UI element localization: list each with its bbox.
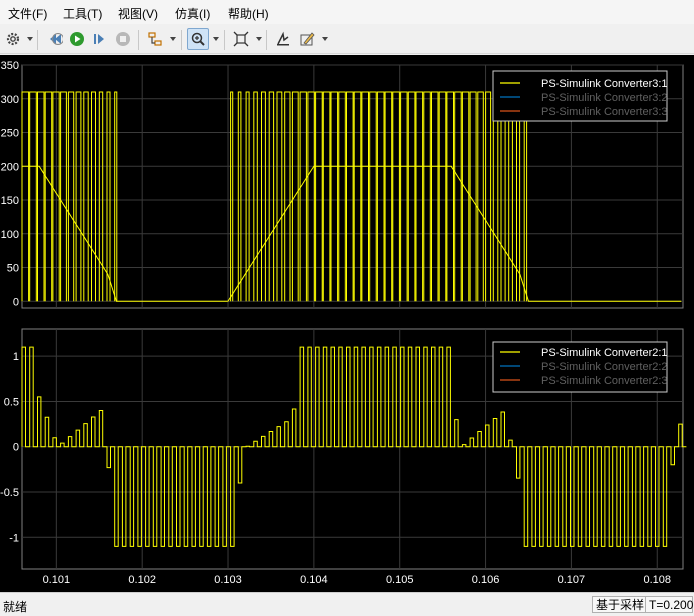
menu-simulation[interactable]: 仿真(I) <box>175 5 210 22</box>
y-tick-label: 1 <box>13 351 19 363</box>
y-tick-label: -0.5 <box>0 487 19 499</box>
run-icon[interactable] <box>66 28 88 50</box>
simulation-time: T=0.200 <box>645 596 693 613</box>
menu-bar: 文件(F) 工具(T) 视图(V) 仿真(I) 帮助(H) <box>0 0 694 24</box>
highlight-dropdown-icon[interactable] <box>170 37 176 41</box>
y-tick-label: 0 <box>13 442 19 454</box>
toolbar-separator <box>138 30 139 50</box>
bottom-y-tick-labels: 1 0.5 0 -0.5 -1 <box>0 351 19 544</box>
y-tick-label: 250 <box>1 128 19 140</box>
scope-figure: 0 50 100 150 200 250 300 350 1 0.5 0 -0.5 -1 0.101 0… <box>0 55 694 592</box>
toolbar-separator <box>37 30 38 50</box>
toolbar-separator <box>266 30 267 50</box>
gear-dropdown-icon[interactable] <box>27 37 33 41</box>
legend-entry-2: PS-Simulink Converter2:2 <box>541 361 668 373</box>
legend-entry-3: PS-Simulink Converter2:3 <box>541 375 668 387</box>
restore-layout-icon[interactable] <box>272 28 294 50</box>
style-icon[interactable] <box>296 28 318 50</box>
legend-entry-1: PS-Simulink Converter2:1 <box>541 347 668 359</box>
x-tick-label: 0.108 <box>643 574 671 586</box>
y-tick-label: -1 <box>9 532 19 544</box>
status-bar: 就绪 基于采样 T=0.200 <box>0 592 694 616</box>
sampling-mode: 基于采样 <box>592 596 649 613</box>
y-tick-label: 300 <box>1 94 19 106</box>
toolbar-separator <box>181 30 182 50</box>
top-y-tick-labels: 0 50 100 150 200 250 300 350 <box>1 60 19 308</box>
legend-entry-1: PS-Simulink Converter3:1 <box>541 78 668 90</box>
menu-tools[interactable]: 工具(T) <box>63 5 102 22</box>
x-tick-label: 0.107 <box>558 574 586 586</box>
toolbar <box>0 24 694 54</box>
menu-help[interactable]: 帮助(H) <box>228 5 269 22</box>
zoom-dropdown-icon[interactable] <box>213 37 219 41</box>
x-tick-label: 0.105 <box>386 574 414 586</box>
rewind-icon[interactable] <box>44 28 66 50</box>
y-tick-label: 0 <box>13 296 19 308</box>
menu-file[interactable]: 文件(F) <box>8 5 47 22</box>
legend-entry-2: PS-Simulink Converter3:2 <box>541 92 668 104</box>
y-tick-label: 100 <box>1 229 19 241</box>
scope-plots: 050100150200250300350 10.50-0.5-1 0.101 0… <box>0 60 687 586</box>
x-tick-label: 0.101 <box>43 574 71 586</box>
bottom-legend[interactable]: PS-Simulink Converter2:1 PS-Simulink Con… <box>492 341 668 393</box>
x-tick-label: 0.106 <box>472 574 500 586</box>
top-legend[interactable]: PS-Simulink Converter3:1 PS-Simulink Con… <box>492 70 668 122</box>
zoom-in-icon[interactable] <box>187 28 209 50</box>
y-tick-label: 50 <box>7 263 19 275</box>
style-dropdown-icon[interactable] <box>322 37 328 41</box>
y-tick-label: 350 <box>1 60 19 72</box>
step-forward-icon[interactable] <box>88 28 110 50</box>
x-tick-label: 0.103 <box>214 574 242 586</box>
fit-dropdown-icon[interactable] <box>256 37 262 41</box>
x-tick-label: 0.104 <box>300 574 328 586</box>
highlight-icon[interactable] <box>144 28 166 50</box>
legend-entry-3: PS-Simulink Converter3:3 <box>541 106 668 118</box>
x-tick-label: 0.102 <box>128 574 156 586</box>
toolbar-separator <box>224 30 225 50</box>
stop-icon[interactable] <box>112 28 134 50</box>
fit-icon[interactable] <box>230 28 252 50</box>
y-tick-label: 200 <box>1 161 19 173</box>
y-tick-label: 150 <box>1 195 19 207</box>
menu-view[interactable]: 视图(V) <box>118 5 158 22</box>
y-tick-label: 0.5 <box>4 396 19 408</box>
gear-icon[interactable] <box>2 28 24 50</box>
x-tick-labels: 0.101 0.102 0.103 0.104 0.105 0.106 0.107 0.108 <box>43 574 671 586</box>
status-text: 就绪 <box>3 600 28 614</box>
